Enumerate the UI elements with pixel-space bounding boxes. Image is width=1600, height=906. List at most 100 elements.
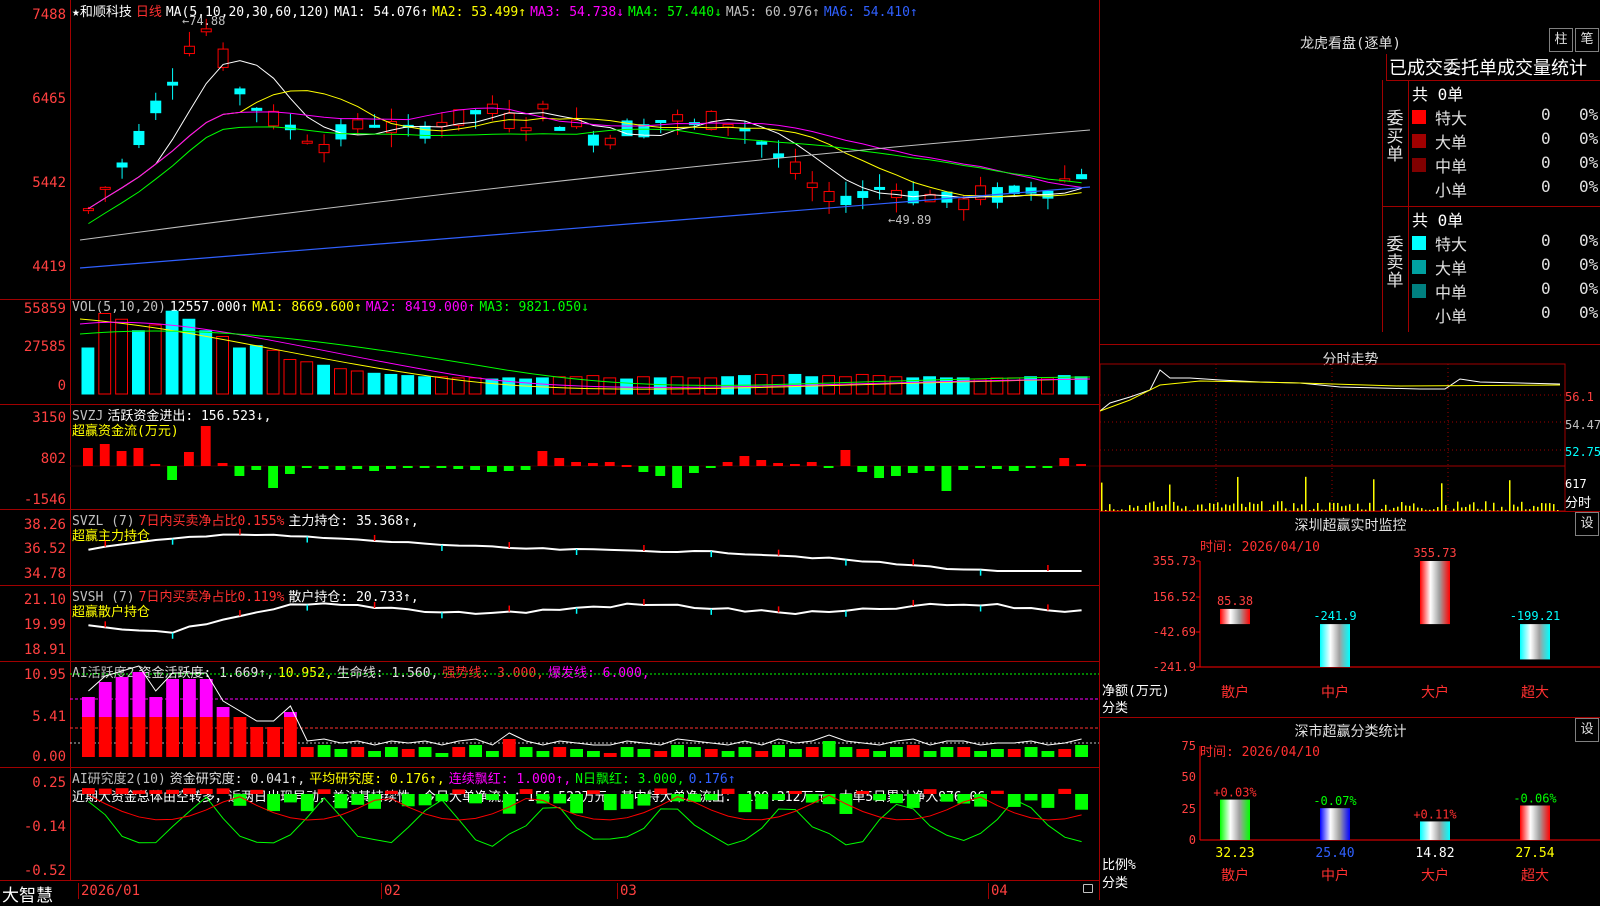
intraday-price-line (1100, 370, 1560, 411)
kline-panel[interactable]: 7488 6465 5442 4419 ★和顺科技日线MA(5,10,20,30… (0, 0, 1099, 300)
intraday-vol-bar (1165, 505, 1167, 511)
flow-bar (386, 466, 396, 469)
monitor-ytick: 156.52 (1153, 590, 1196, 604)
tick-mode-button[interactable]: 笔 (1575, 28, 1599, 52)
sell-count: 0 (1541, 231, 1551, 250)
ai-research-panel[interactable]: 0.25 -0.14 -0.52 AI研究度2(10)资金研究度: 0.041↑… (0, 767, 1099, 881)
flow-bar (554, 458, 564, 466)
sell-name: 大单 (1435, 255, 1467, 279)
research-bar (991, 791, 1004, 794)
research-bar (1025, 794, 1038, 800)
flow-bar (251, 466, 261, 470)
lock-icon[interactable] (1083, 884, 1093, 893)
activity-bar (705, 749, 718, 757)
svzl-panel[interactable]: 38.26 36.52 34.78 SVZL (7)7日内买卖净占比0.155%… (0, 509, 1099, 586)
monitor-chart[interactable]: 355.73156.52-42.69-241.985.38散户-241.9中户3… (1100, 512, 1600, 717)
intraday-vol-bar (1309, 510, 1311, 511)
flow-bar (487, 466, 497, 472)
intraday-vol-bar (1289, 510, 1291, 511)
volume-bar (116, 319, 128, 394)
intraday-vol-bar (1209, 503, 1211, 511)
intraday-vol-bar (1117, 510, 1119, 511)
flow-bar (1059, 458, 1069, 466)
volume-bar (436, 377, 448, 394)
research-bar (250, 790, 263, 794)
candle-body (538, 104, 548, 109)
intraday-vol-tick: 617 (1565, 477, 1587, 491)
flow-bar (184, 452, 194, 466)
intraday-vol-bar (1433, 509, 1435, 511)
volume-bar (385, 374, 397, 394)
flow-bar (403, 466, 413, 468)
ai-activity-chart[interactable] (0, 661, 1099, 767)
buy-row: 中单00% (1383, 153, 1600, 177)
classify-value-label: 32.23 (1215, 846, 1254, 861)
volume-bar (486, 379, 498, 394)
activity-bar (200, 717, 213, 757)
intraday-vol-bar (1201, 504, 1203, 511)
intraday-vol-bar (1553, 504, 1555, 511)
candle-body (353, 120, 363, 129)
volume-bar (200, 331, 212, 394)
svzj-chart[interactable] (0, 404, 1099, 509)
research-bar (1058, 789, 1071, 794)
intraday-vol-bar (1545, 503, 1547, 511)
research-bar (234, 794, 247, 806)
activity-bar-top (217, 707, 230, 717)
svsh-panel[interactable]: 21.10 19.99 18.91 SVSH (7)7日内买卖净占比0.119%… (0, 585, 1099, 662)
volume-bar (351, 371, 363, 394)
classify-panel[interactable]: 深市超赢分类统计 设 时间: 2026/04/10 比例% 分类 7550250… (1099, 718, 1600, 900)
classify-category-label: 中户 (1321, 867, 1349, 884)
flow-bar (807, 462, 817, 466)
volume-panel[interactable]: 55859 27585 0 VOL(5,10,20)12557.000↑MA1:… (0, 299, 1099, 405)
flow-bar (504, 466, 514, 471)
intraday-vol-bar (1345, 506, 1347, 511)
candle-body (252, 108, 262, 110)
research-bar (149, 790, 162, 794)
ma-line (80, 187, 1090, 268)
intraday-panel[interactable]: 分时走势 56.1 54.47 52.75 617 分时 (1099, 345, 1600, 512)
flow-bar (285, 466, 295, 474)
activity-bar (368, 751, 381, 757)
ai-activity-panel[interactable]: 10.95 5.41 0.00 AI活跃度2资金活跃度: 1.669↑,10.9… (0, 661, 1099, 768)
activity-bar (351, 747, 364, 757)
low-price-note: ←49.89 (888, 213, 931, 227)
ai-research-chart[interactable] (0, 767, 1099, 880)
activity-bar (604, 753, 617, 757)
research-bar (907, 794, 920, 808)
activity-bar (99, 717, 112, 757)
activity-bar (755, 751, 768, 757)
intraday-vol-bar (1305, 477, 1307, 511)
flow-bar (622, 465, 632, 467)
intraday-chart[interactable] (1100, 345, 1600, 511)
flow-bar (100, 444, 110, 466)
buy-pct: 0% (1579, 153, 1598, 172)
svzl-chart[interactable] (0, 509, 1099, 585)
x-tick: 04 (988, 883, 1008, 899)
svsh-chart[interactable] (0, 585, 1099, 661)
intraday-vol-bar (1249, 502, 1251, 511)
activity-bar (385, 747, 398, 757)
svzj-panel[interactable]: 3150 802 -1546 SVZJ活跃资金进出: 156.523↓, 超赢资… (0, 404, 1099, 510)
classify-chart[interactable]: 7550250+0.03%32.23散户-0.07%25.40中户+0.11%1… (1100, 718, 1600, 900)
activity-bar (452, 747, 465, 757)
research-bar (368, 794, 381, 809)
volume-bar (705, 378, 717, 394)
bar-mode-button[interactable]: 柱 (1549, 28, 1573, 52)
intraday-vol-bar (1261, 501, 1263, 511)
activity-bar (957, 747, 970, 757)
activity-bar (907, 745, 920, 757)
activity-bar (638, 749, 651, 757)
candle-body (471, 111, 481, 114)
intraday-vol-label: 分时 (1565, 492, 1591, 511)
activity-bar (739, 747, 752, 757)
monitor-panel[interactable]: 深圳超赢实时监控 设 时间: 2026/04/10 净额(万元) 分类 355.… (1099, 512, 1600, 718)
volume-chart[interactable] (0, 299, 1099, 404)
activity-bar (991, 749, 1004, 757)
kline-chart[interactable] (0, 0, 1099, 299)
classify-ytick: 0 (1189, 833, 1196, 847)
classify-category-label: 超大 (1521, 868, 1549, 884)
volume-bar (166, 311, 178, 394)
intraday-vol-bar (1197, 505, 1199, 511)
intraday-vol-bar (1369, 503, 1371, 511)
